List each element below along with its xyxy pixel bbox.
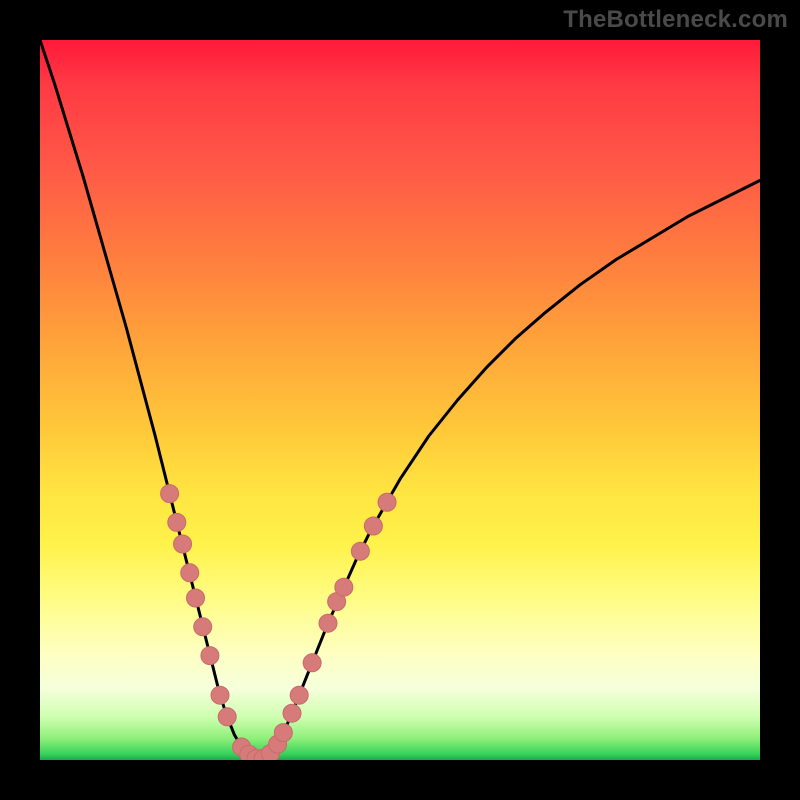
curve-marker <box>201 647 219 665</box>
watermark-text: TheBottleneck.com <box>563 6 788 34</box>
curve-markers <box>161 485 396 760</box>
curve-marker <box>181 564 199 582</box>
curve-marker <box>335 578 353 596</box>
plot-area <box>40 40 760 760</box>
curve-marker <box>274 724 292 742</box>
curve-marker <box>351 542 369 560</box>
curve-marker <box>211 686 229 704</box>
chart-frame: TheBottleneck.com <box>0 0 800 800</box>
bottleneck-curve <box>40 40 760 759</box>
curve-marker <box>378 493 396 511</box>
curve-marker <box>303 654 321 672</box>
curve-marker <box>174 535 192 553</box>
curve-marker <box>319 614 337 632</box>
curve-marker <box>364 517 382 535</box>
curve-marker <box>290 686 308 704</box>
curve-marker <box>194 618 212 636</box>
curve-marker <box>187 589 205 607</box>
curve-marker <box>218 708 236 726</box>
curve-marker <box>283 704 301 722</box>
curve-marker <box>168 513 186 531</box>
curve-marker <box>161 485 179 503</box>
chart-svg <box>40 40 760 760</box>
